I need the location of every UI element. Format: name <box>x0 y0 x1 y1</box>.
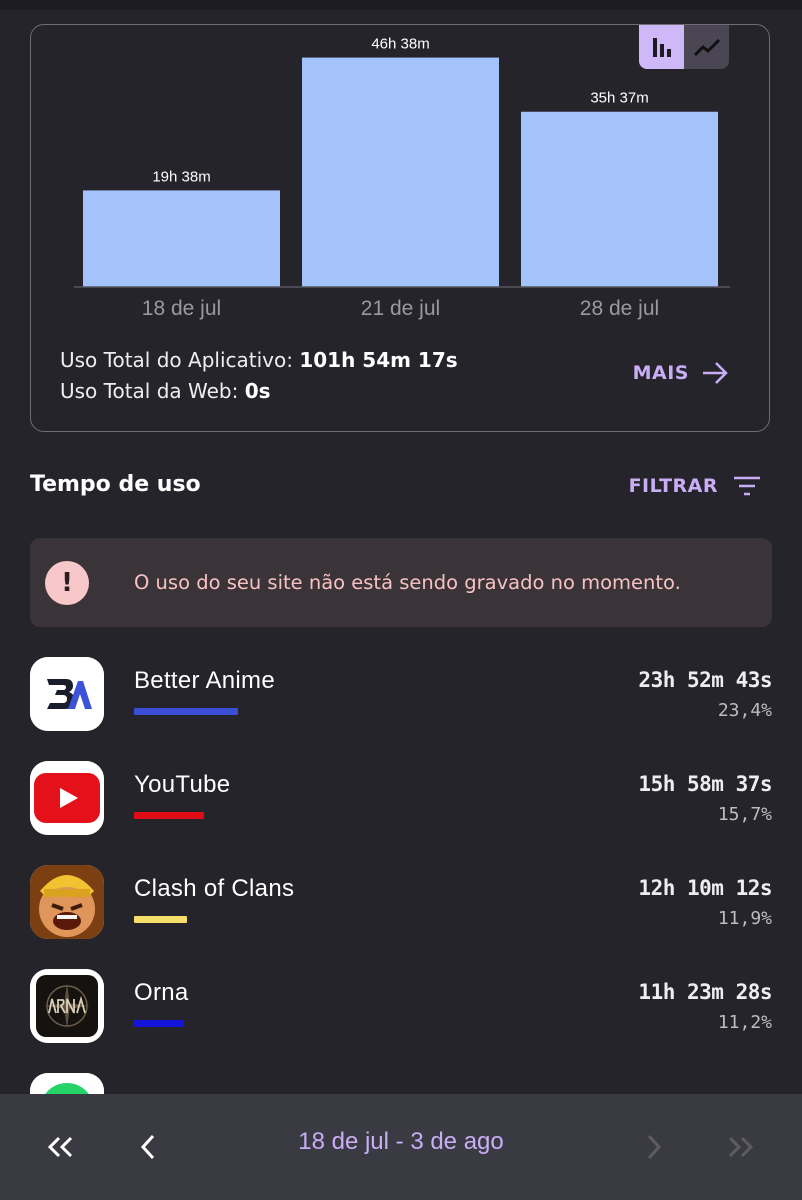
list-item[interactable]: YouTube 15h 58m 37s 15,7% <box>0 759 802 863</box>
x-tick-label: 21 de jul <box>361 297 440 320</box>
chart-bar-3[interactable] <box>521 111 718 287</box>
app-percent: 15,7% <box>717 804 772 825</box>
chart-bar-1[interactable] <box>83 190 280 287</box>
usage-bar-chart: 19h 38m 18 de jul 46h 38m 21 de jul 35h 37m 2… <box>74 36 730 320</box>
youtube-icon <box>30 761 104 835</box>
app-time: 15h 58m 37s <box>638 772 772 796</box>
app-percent: 11,2% <box>717 1012 772 1033</box>
app-time: 11h 23m 28s <box>638 980 772 1004</box>
clash-of-clans-icon <box>30 865 104 939</box>
warning-text: O uso do seu site não está sendo gravado… <box>134 571 681 594</box>
more-button[interactable]: MAIS <box>633 361 729 385</box>
web-total-row: Uso Total da Web: 0s <box>60 376 458 407</box>
usage-bar <box>134 1020 184 1027</box>
app-total-row: Uso Total do Aplicativo: 101h 54m 17s <box>60 345 458 376</box>
app-name: Clash of Clans <box>134 875 295 902</box>
warning-banner: ! O uso do seu site não está sendo grava… <box>30 538 772 627</box>
app-total-label: Uso Total do Aplicativo: <box>60 348 293 372</box>
x-tick-label: 18 de jul <box>142 297 221 320</box>
section-title: Tempo de uso <box>30 472 201 497</box>
more-label: MAIS <box>632 362 689 384</box>
better-anime-icon <box>30 657 104 731</box>
usage-bar <box>134 708 238 715</box>
chevron-right-icon <box>647 1134 662 1160</box>
app-name: YouTube <box>134 771 231 798</box>
list-item[interactable]: Clash of Clans 12h 10m 12s 11,9% <box>0 863 802 967</box>
orna-icon <box>30 969 104 1043</box>
web-total-label: Uso Total da Web: <box>60 379 239 403</box>
app-percent: 11,9% <box>717 908 772 929</box>
arrow-right-icon <box>703 362 728 384</box>
usage-totals: Uso Total do Aplicativo: 101h 54m 17s Us… <box>60 345 458 407</box>
app-time: 23h 52m 43s <box>638 668 772 692</box>
list-item[interactable]: Better Anime 23h 52m 43s 23,4% <box>0 655 802 759</box>
usage-bar <box>134 916 187 923</box>
list-item[interactable]: Orna 11h 23m 28s 11,2% <box>0 967 802 1071</box>
next-period-button[interactable] <box>632 1094 676 1200</box>
double-chevron-right-icon <box>728 1136 754 1158</box>
filter-label: FILTRAR <box>628 475 718 497</box>
filter-button[interactable]: FILTRAR <box>629 474 762 498</box>
bar-value-label: 35h 37m <box>590 90 648 107</box>
date-range-nav: 18 de jul - 3 de ago <box>0 1094 802 1200</box>
date-range-label[interactable]: 18 de jul - 3 de ago <box>0 1128 802 1156</box>
app-name: Orna <box>134 979 189 1006</box>
chart-bar-2[interactable] <box>302 57 499 287</box>
filter-icon <box>734 476 760 496</box>
web-total-value: 0s <box>244 379 271 403</box>
exclamation-icon: ! <box>45 560 89 605</box>
bar-value-label: 46h 38m <box>371 36 429 53</box>
app-percent: 23,4% <box>717 700 772 721</box>
usage-chart-card: 19h 38m 18 de jul 46h 38m 21 de jul 35h 37m 2… <box>30 24 770 432</box>
app-time: 12h 10m 12s <box>638 876 772 900</box>
x-tick-label: 28 de jul <box>580 297 659 320</box>
top-bar <box>0 0 802 10</box>
bar-value-label: 19h 38m <box>152 168 210 185</box>
last-period-button[interactable] <box>716 1094 766 1200</box>
usage-bar <box>134 812 204 819</box>
app-name: Better Anime <box>134 667 276 694</box>
app-total-value: 101h 54m 17s <box>299 348 458 372</box>
